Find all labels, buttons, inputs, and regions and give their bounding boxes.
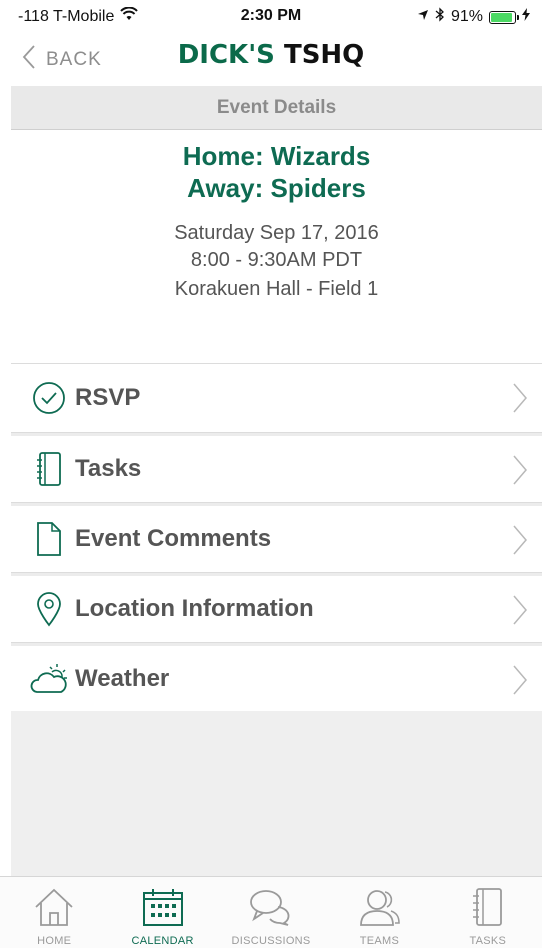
people-icon — [357, 887, 401, 932]
tab-label: DISCUSSIONS — [231, 935, 311, 947]
tab-label: HOME — [37, 935, 72, 947]
menu-item-weather[interactable]: Weather — [11, 643, 542, 713]
status-bar: -118 T-Mobile 2:30 PM 91% — [0, 0, 542, 34]
tab-label: TEAMS — [359, 935, 400, 947]
tab-tasks[interactable]: TASKS — [434, 877, 542, 948]
cloud-sun-icon — [29, 659, 69, 699]
away-team: Away: Spiders — [187, 173, 366, 203]
nav-bar: BACK DICK'S TSHQ — [0, 34, 542, 86]
check-circle-icon — [29, 378, 69, 418]
chat-bubbles-icon — [248, 887, 294, 932]
chevron-right-icon — [512, 664, 528, 701]
chevron-right-icon — [512, 454, 528, 491]
event-date: Saturday Sep 17, 2016 — [174, 222, 379, 244]
event-menu: RSVP Tasks Event Comments Location Infor… — [11, 363, 542, 713]
charging-bolt-icon — [522, 8, 530, 26]
empty-content-area — [11, 711, 542, 876]
event-time: 8:00 - 9:30AM PDT — [190, 249, 363, 271]
menu-item-location-information[interactable]: Location Information — [11, 573, 542, 643]
menu-item-label: Weather — [75, 665, 170, 692]
menu-item-event-comments[interactable]: Event Comments — [11, 503, 542, 573]
chevron-right-icon — [512, 382, 528, 419]
tab-teams[interactable]: TEAMS — [325, 877, 433, 948]
section-header: Event Details — [11, 86, 542, 130]
tab-label: CALENDAR — [131, 935, 194, 947]
tab-label: TASKS — [469, 935, 507, 947]
location-arrow-icon — [417, 8, 429, 26]
map-pin-icon — [29, 589, 69, 629]
menu-item-tasks[interactable]: Tasks — [11, 433, 542, 503]
menu-item-rsvp[interactable]: RSVP — [11, 363, 542, 433]
menu-item-label: Tasks — [75, 455, 142, 482]
tab-calendar[interactable]: CALENDAR — [108, 877, 216, 948]
tab-home[interactable]: HOME — [0, 877, 108, 948]
logo-text-primary: DICK'S — [177, 40, 275, 70]
notebook-icon — [469, 887, 507, 932]
event-location: Korakuen Hall - Field 1 — [174, 278, 379, 300]
calendar-icon — [142, 887, 184, 932]
event-info: Home: Wizards Away: Spiders Saturday Sep… — [11, 140, 542, 303]
document-icon — [29, 519, 69, 559]
bluetooth-icon — [435, 7, 445, 27]
battery-percent: 91% — [450, 8, 483, 25]
battery-icon — [489, 10, 519, 24]
tab-bar: HOME CALENDAR DISCUSSIONS TEAMS TASKS — [0, 876, 542, 948]
logo-text-secondary: TSHQ — [283, 40, 365, 70]
notebook-icon — [29, 449, 69, 489]
home-team: Home: Wizards — [182, 141, 371, 171]
menu-item-label: RSVP — [75, 384, 141, 411]
chevron-right-icon — [512, 524, 528, 561]
app-logo: DICK'S TSHQ — [0, 40, 542, 70]
tab-discussions[interactable]: DISCUSSIONS — [217, 877, 325, 948]
chevron-right-icon — [512, 594, 528, 631]
menu-item-label: Event Comments — [75, 525, 272, 552]
menu-item-label: Location Information — [75, 595, 314, 622]
home-icon — [33, 887, 75, 932]
